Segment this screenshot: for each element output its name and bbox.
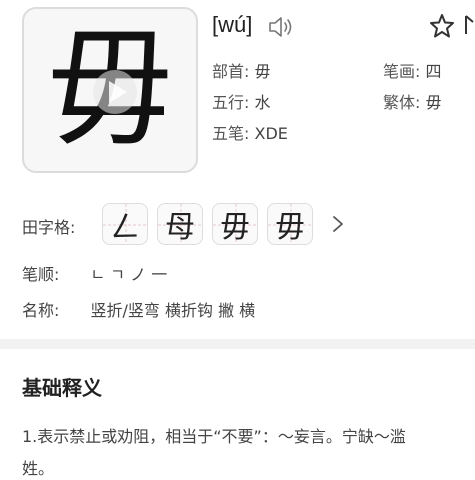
play-icon[interactable] <box>92 69 138 115</box>
strokes-label: 笔画: <box>383 62 421 81</box>
radical-label: 部首: <box>212 62 250 81</box>
wubi-value: XDE <box>254 124 288 143</box>
stroke-step-2[interactable]: 母 <box>157 203 203 245</box>
element-value: 水 <box>254 93 271 112</box>
definition-line-1: 1.表示禁止或劝阻，相当于“不要”：～妄言。宁缺～滥 <box>22 427 406 446</box>
pinyin: [wú] <box>212 12 253 37</box>
element-row: 五行: 水 <box>212 89 271 113</box>
stroke-names-label: 名称: <box>22 301 60 320</box>
radical-row: 部首: 毋 <box>212 58 271 82</box>
chevron-right-icon[interactable] <box>331 214 345 234</box>
stroke-step-char: 母 <box>165 210 195 245</box>
definition-heading: 基础释义 <box>22 376 102 400</box>
stroke-order-row: 笔顺: ㄴ ㄱ ノ 一 <box>22 261 167 285</box>
stroke-step-1[interactable]: ㄥ <box>102 203 148 245</box>
stroke-order-value: ㄴ ㄱ ノ 一 <box>90 265 168 284</box>
strokes-row: 笔画: 四 <box>383 58 442 82</box>
definition-line-2: 姓。 <box>22 459 55 478</box>
star-icon[interactable] <box>428 12 456 40</box>
stroke-step-4[interactable]: 毋 <box>267 203 313 245</box>
wubi-label: 五笔: <box>212 124 250 143</box>
section-divider <box>0 339 475 349</box>
character-card[interactable]: 毋 <box>22 7 198 173</box>
traditional-label: 繁体: <box>383 93 421 112</box>
strokes-value: 四 <box>425 62 442 81</box>
speaker-icon[interactable] <box>267 14 295 40</box>
stroke-step-char: 毋 <box>220 210 250 245</box>
stroke-names-value: 竖折/竖弯 横折钩 撇 横 <box>90 301 256 320</box>
stroke-step-char: 毋 <box>275 210 305 245</box>
stroke-order-label: 笔顺: <box>22 265 60 284</box>
element-label: 五行: <box>212 93 250 112</box>
wubi-row: 五笔: XDE <box>212 120 288 144</box>
stroke-step-3[interactable]: 毋 <box>212 203 258 245</box>
traditional-row: 繁体: 毋 <box>383 89 442 113</box>
stroke-step-char: ㄥ <box>110 210 140 245</box>
traditional-value: 毋 <box>425 93 442 112</box>
grid-label: 田字格: <box>22 218 76 237</box>
stroke-names-row: 名称: 竖折/竖弯 横折钩 撇 横 <box>22 297 255 321</box>
share-icon[interactable] <box>462 12 475 38</box>
radical-value: 毋 <box>254 62 271 81</box>
